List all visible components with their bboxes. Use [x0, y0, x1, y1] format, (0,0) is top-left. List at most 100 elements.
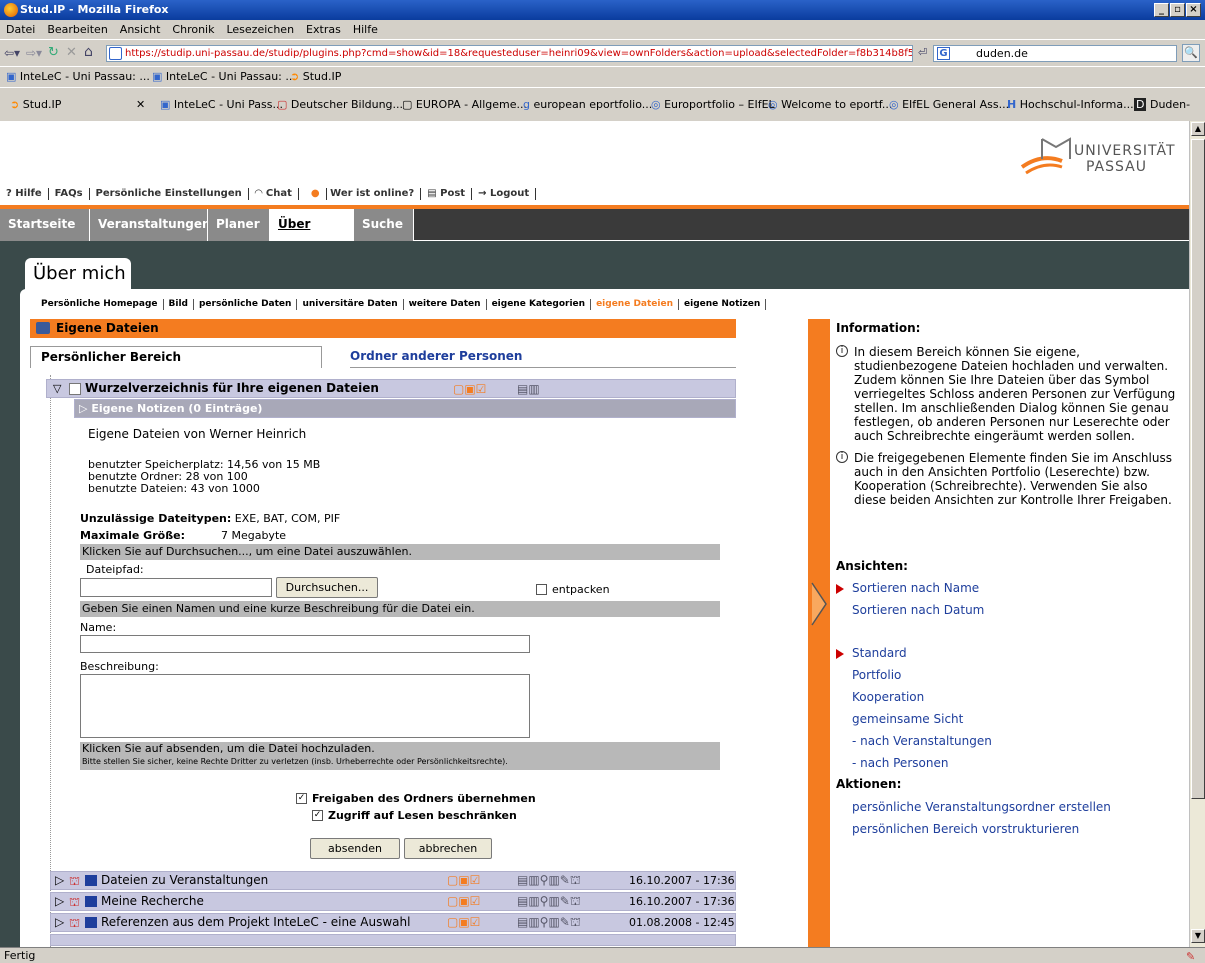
- minimize-button[interactable]: _: [1154, 3, 1169, 17]
- upload-icons[interactable]: ▢▣☑: [453, 381, 486, 398]
- folder-row[interactable]: ▷ ⛫ Meine Recherche ▢▣☑ ▤▥⚲▥✎⛫ 16.10.200…: [50, 892, 736, 911]
- subnav-homepage[interactable]: Persönliche Homepage: [36, 299, 164, 310]
- lock-icon[interactable]: ⛫: [69, 915, 80, 932]
- subnav-weitere-daten[interactable]: weitere Daten: [404, 299, 487, 310]
- scroll-thumb[interactable]: [1191, 139, 1205, 799]
- expand-icon[interactable]: ▷: [75, 402, 87, 415]
- upload-icons[interactable]: ▢▣☑: [447, 914, 480, 931]
- go-icon[interactable]: ⏎: [918, 46, 927, 59]
- search-icon[interactable]: 🔍: [1182, 44, 1200, 62]
- folder-row[interactable]: ▷ ⛫ Dateien zu Veranstaltungen ▢▣☑ ▤▥⚲▥✎…: [50, 871, 736, 890]
- action-icons[interactable]: ▤▥⚲▥✎⛫: [517, 872, 581, 889]
- subnav-universitaere-daten[interactable]: universitäre Daten: [297, 299, 404, 310]
- post-link[interactable]: ▤ Post: [421, 188, 473, 200]
- view-by-course[interactable]: - nach Veranstaltungen: [852, 734, 992, 748]
- action-create-folders[interactable]: persönliche Veranstaltungsordner erstell…: [852, 800, 1111, 814]
- scroll-up-icon[interactable]: ▲: [1191, 122, 1205, 136]
- view-by-person[interactable]: - nach Personen: [852, 756, 948, 770]
- chat-link[interactable]: ◠ Chat: [249, 188, 299, 200]
- expand-icon[interactable]: ▷: [55, 872, 64, 889]
- subnav-eigene-notizen[interactable]: eigene Notizen: [679, 299, 767, 310]
- online-link[interactable]: ● Wer ist online?: [299, 188, 422, 200]
- tab-ordner-anderer[interactable]: Ordner anderer Personen: [350, 346, 736, 368]
- collapse-arrow-icon[interactable]: [808, 579, 830, 629]
- close-button[interactable]: ×: [1186, 3, 1201, 17]
- stop-icon[interactable]: ✕: [66, 45, 77, 60]
- nav-planer[interactable]: Planer: [208, 209, 270, 241]
- view-standard[interactable]: Standard: [852, 646, 907, 660]
- view-portfolio[interactable]: Portfolio: [852, 668, 901, 682]
- menu-bearbeiten[interactable]: Bearbeiten: [41, 20, 113, 39]
- maximize-button[interactable]: ▫: [1170, 3, 1185, 17]
- subnav-persoenliche-daten[interactable]: persönliche Daten: [194, 299, 298, 310]
- subnav-bild[interactable]: Bild: [164, 299, 194, 310]
- upload-icons[interactable]: ▢▣☑: [447, 872, 480, 889]
- logout-link[interactable]: → Logout: [472, 188, 537, 200]
- nav-startseite[interactable]: Startseite: [0, 209, 90, 241]
- action-icons[interactable]: ▤▥⚲▥✎⛫: [517, 893, 581, 910]
- reload-icon[interactable]: ↻: [48, 45, 59, 60]
- menu-chronik[interactable]: Chronik: [166, 20, 220, 39]
- nav-ueber-mich[interactable]: Über mich: [270, 209, 354, 261]
- subnav-eigene-dateien[interactable]: eigene Dateien: [591, 299, 679, 310]
- bookmark-item[interactable]: ▣ InteLeC - Uni Passau: ...: [152, 67, 296, 87]
- tab-item[interactable]: ◎ EIfEL General Ass...: [889, 88, 1009, 121]
- expand-icon[interactable]: ▷: [55, 914, 64, 931]
- forward-icon[interactable]: ⇨▾: [26, 46, 42, 60]
- tab-close-icon[interactable]: ✕: [136, 88, 145, 121]
- name-input[interactable]: [80, 635, 530, 653]
- tab-item[interactable]: g european eportfolio...: [523, 88, 652, 121]
- scroll-down-icon[interactable]: ▼: [1191, 929, 1205, 943]
- vertical-scrollbar[interactable]: ▲ ▼: [1189, 121, 1205, 947]
- tab-item[interactable]: H Hochschul-Informa...: [1007, 88, 1134, 121]
- tab-item[interactable]: ◎ Welcome to eportf...: [768, 88, 892, 121]
- menu-hilfe[interactable]: Hilfe: [347, 20, 384, 39]
- google-icon[interactable]: G: [937, 47, 950, 60]
- menu-extras[interactable]: Extras: [300, 20, 347, 39]
- browse-button[interactable]: Durchsuchen...: [276, 577, 378, 598]
- back-icon[interactable]: ⇦▾: [4, 46, 20, 60]
- view-sort-date[interactable]: Sortieren nach Datum: [852, 603, 984, 617]
- search-bar[interactable]: G duden.de: [933, 45, 1177, 62]
- collapse-icon[interactable]: ▽: [53, 380, 61, 397]
- submit-button[interactable]: absenden: [310, 838, 400, 859]
- tab-item[interactable]: ▣ InteLeC - Uni Pass...: [160, 88, 283, 121]
- root-folder-row[interactable]: ▽ Wurzelverzeichnis für Ihre eigenen Dat…: [46, 379, 736, 398]
- description-textarea[interactable]: [80, 674, 530, 738]
- share-checkbox[interactable]: ✓: [296, 793, 307, 804]
- tab-item[interactable]: ▢ Deutscher Bildung...: [277, 88, 403, 121]
- bookmark-item[interactable]: ▣ InteLeC - Uni Passau: ...: [6, 67, 150, 87]
- unpack-checkbox[interactable]: [536, 584, 547, 595]
- view-kooperation[interactable]: Kooperation: [852, 690, 924, 704]
- settings-link[interactable]: Persönliche Einstellungen: [90, 188, 249, 200]
- nav-suche[interactable]: Suche: [354, 209, 414, 241]
- tab-persoenlicher-bereich[interactable]: Persönlicher Bereich: [30, 346, 322, 368]
- action-icons[interactable]: ▤▥⚲▥✎⛫: [517, 914, 581, 931]
- lock-icon[interactable]: ⛫: [69, 894, 80, 911]
- addon-icon[interactable]: ✎: [1186, 949, 1195, 963]
- nav-veranstaltungen[interactable]: Veranstaltungen: [90, 209, 211, 241]
- faq-link[interactable]: FAQs: [49, 188, 90, 200]
- folder-row[interactable]: ▷ ⛫ Referenzen aus dem Projekt InteLeC -…: [50, 913, 736, 932]
- bookmark-item[interactable]: ➲ Stud.IP: [290, 67, 341, 87]
- view-gemeinsam[interactable]: gemeinsame Sicht: [852, 712, 963, 726]
- menu-ansicht[interactable]: Ansicht: [114, 20, 167, 39]
- menu-datei[interactable]: Datei: [0, 20, 41, 39]
- readonly-checkbox[interactable]: ✓: [312, 810, 323, 821]
- action-prestructure[interactable]: persönlichen Bereich vorstrukturieren: [852, 822, 1079, 836]
- help-link[interactable]: ? Hilfe: [0, 188, 49, 200]
- lock-icon[interactable]: ⛫: [69, 873, 80, 890]
- view-sort-name[interactable]: Sortieren nach Name: [852, 581, 979, 595]
- notes-row[interactable]: ▷ Eigene Notizen (0 Einträge): [74, 399, 736, 418]
- subnav-eigene-kategorien[interactable]: eigene Kategorien: [487, 299, 592, 310]
- menu-lesezeichen[interactable]: Lesezeichen: [220, 20, 300, 39]
- tab-item[interactable]: ◎ Europortfolio – EIfEL: [651, 88, 775, 121]
- expand-icon[interactable]: ▷: [55, 893, 64, 910]
- url-bar[interactable]: https://studip.uni-passau.de/studip/plug…: [106, 45, 913, 62]
- upload-icons[interactable]: ▢▣☑: [447, 893, 480, 910]
- tab-studip[interactable]: ➲ Stud.IP: [10, 88, 130, 121]
- save-copy-icons[interactable]: ▤▥: [517, 381, 540, 398]
- home-icon[interactable]: ⌂: [84, 44, 93, 60]
- cancel-button[interactable]: abbrechen: [404, 838, 492, 859]
- folder-row-partial[interactable]: [50, 934, 736, 946]
